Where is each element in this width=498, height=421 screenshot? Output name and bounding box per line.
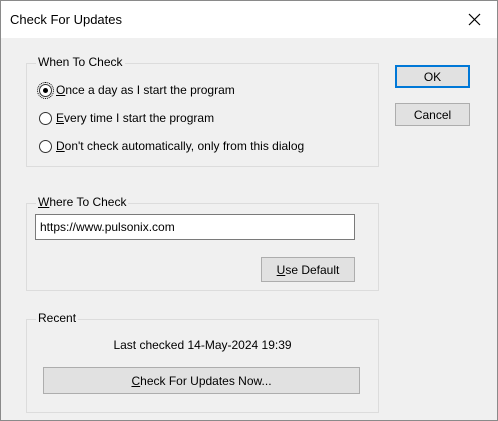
mnemonic: W	[38, 195, 50, 209]
ok-button[interactable]: OK	[395, 65, 470, 88]
radio-label: Once a day as I start the program	[56, 83, 235, 97]
label-text: very time I start the program	[64, 111, 215, 125]
close-icon	[468, 13, 481, 26]
use-default-button[interactable]: Use Default	[261, 257, 355, 282]
radio-button[interactable]	[37, 81, 54, 99]
recent-group: Recent Last checked 14-May-2024 19:39 Ch…	[26, 311, 379, 413]
radio-dont-check[interactable]: Don't check automatically, only from thi…	[39, 137, 304, 155]
where-to-check-legend: Where To Check	[36, 195, 129, 209]
radio-once-a-day[interactable]: Once a day as I start the program	[37, 81, 235, 99]
last-checked-text: Last checked 14-May-2024 19:39	[113, 338, 292, 352]
button-label: heck For Updates Now...	[140, 373, 272, 388]
radio-label: Don't check automatically, only from thi…	[56, 139, 304, 153]
radio-every-time[interactable]: Every time I start the program	[39, 109, 214, 127]
update-url-input[interactable]: https://www.pulsonix.com	[35, 214, 355, 240]
mnemonic: D	[56, 139, 65, 153]
when-to-check-legend: When To Check	[36, 55, 125, 69]
mnemonic: C	[131, 373, 141, 388]
where-to-check-group: Where To Check https://www.pulsonix.com …	[26, 195, 379, 291]
radio-button[interactable]	[39, 139, 52, 153]
when-to-check-group: When To Check Once a day as I start the …	[26, 55, 379, 167]
check-for-updates-now-button[interactable]: Check For Updates Now...	[43, 367, 360, 394]
mnemonic: E	[56, 111, 65, 125]
mnemonic: U	[276, 262, 286, 277]
radio-button[interactable]	[39, 111, 52, 125]
label-text: on't check automatically, only from this…	[64, 139, 305, 153]
legend-text: here To Check	[49, 195, 127, 209]
close-button[interactable]	[453, 1, 497, 38]
button-label: se Default	[285, 262, 340, 277]
check-for-updates-dialog: Check For Updates When To Check Once a d…	[0, 0, 498, 421]
title-bar: Check For Updates	[1, 1, 497, 38]
window-title: Check For Updates	[10, 12, 122, 27]
label-text: nce a day as I start the program	[65, 83, 235, 97]
radio-label: Every time I start the program	[56, 111, 214, 125]
recent-legend: Recent	[36, 311, 79, 325]
mnemonic: O	[56, 83, 66, 97]
cancel-button[interactable]: Cancel	[395, 103, 470, 126]
